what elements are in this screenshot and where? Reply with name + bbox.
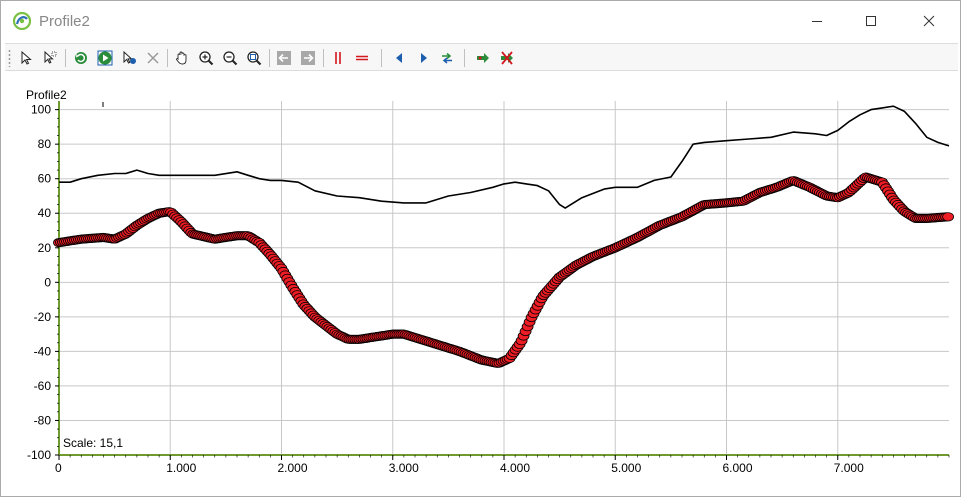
- play-icon: [97, 50, 113, 66]
- close-button[interactable]: [906, 1, 952, 41]
- toolbar-separator: [65, 49, 66, 67]
- horizontal-lines-button[interactable]: [351, 47, 373, 69]
- y-tick-label: 60: [38, 172, 52, 186]
- hand-icon: [174, 50, 190, 66]
- swap-arrows-icon: [439, 50, 455, 66]
- y-tick-label: 100: [31, 103, 51, 117]
- delete-button[interactable]: [142, 47, 164, 69]
- zoom-fit-icon: [246, 50, 262, 66]
- x-tick-label: 5.000: [611, 461, 641, 475]
- profile-point: [942, 212, 954, 222]
- delete-x-icon: [145, 50, 161, 66]
- toolbar-separator: [464, 49, 465, 67]
- arrow-right-icon: [300, 50, 316, 66]
- add-layer-button[interactable]: [472, 47, 494, 69]
- y-tick-label: -100: [27, 448, 51, 462]
- triangle-left-icon: [391, 50, 407, 66]
- toolbar-separator: [167, 49, 168, 67]
- zoom-in-icon: [198, 50, 214, 66]
- x-tick-label: 7.000: [834, 461, 864, 475]
- toolbar-separator: [269, 49, 270, 67]
- zoom-fit-button[interactable]: [243, 47, 265, 69]
- select-multiple-button[interactable]: [39, 47, 61, 69]
- zoom-out-icon: [222, 50, 238, 66]
- pan-button[interactable]: [171, 47, 193, 69]
- chart-title: Profile2: [26, 88, 67, 102]
- back-button[interactable]: [273, 47, 295, 69]
- forward-button[interactable]: [297, 47, 319, 69]
- toolbar-separator: [381, 49, 382, 67]
- triangle-right-icon: [416, 50, 432, 66]
- close-icon: [923, 15, 935, 27]
- maximize-button[interactable]: [848, 1, 894, 41]
- profile-chart[interactable]: -100 -80 -60 -40 -20 0 20 40 60 80 100 0 1.000 2.000 3…: [5, 73, 958, 494]
- window-title: Profile2: [39, 13, 90, 30]
- arrow-left-icon: [276, 50, 292, 66]
- vertical-lines-button[interactable]: [327, 47, 349, 69]
- y-tick-label: -20: [34, 310, 52, 324]
- y-tick-label: 20: [38, 241, 52, 255]
- maximize-icon: [865, 15, 877, 27]
- vertical-lines-icon: [330, 50, 346, 66]
- app-logo-icon: [12, 11, 32, 31]
- x-tick-label: 0: [55, 461, 62, 475]
- y-tick-label: 0: [44, 275, 51, 289]
- y-tick-label: -40: [34, 344, 52, 358]
- app-window: Profile2 -100 -80 -60 -40 -20 0 20 40 60…: [0, 0, 961, 497]
- remove-layer-button[interactable]: [496, 47, 518, 69]
- x-tick-label: 6.000: [723, 461, 753, 475]
- edit-pointer-button[interactable]: [118, 47, 140, 69]
- swap-button[interactable]: [436, 47, 458, 69]
- zoom-out-button[interactable]: [219, 47, 241, 69]
- select-pointer-button[interactable]: [15, 47, 37, 69]
- refresh-button[interactable]: [70, 47, 92, 69]
- zoom-in-button[interactable]: [195, 47, 217, 69]
- next-button[interactable]: [413, 47, 435, 69]
- chart-area[interactable]: -100 -80 -60 -40 -20 0 20 40 60 80 100 0 1.000 2.000 3…: [5, 73, 958, 494]
- multi-select-icon: [42, 50, 58, 66]
- y-tick-label: -60: [34, 379, 52, 393]
- remove-layer-icon: [499, 50, 515, 66]
- previous-button[interactable]: [388, 47, 410, 69]
- add-layer-icon: [475, 50, 491, 66]
- refresh-icon: [73, 50, 89, 66]
- scale-label: Scale: 15,1: [63, 436, 124, 450]
- toolbar-grip[interactable]: [8, 49, 11, 67]
- minimize-button[interactable]: [794, 1, 840, 41]
- edit-pointer-icon: [121, 50, 137, 66]
- x-tick-label: 2.000: [278, 461, 308, 475]
- x-tick-label: 1.000: [166, 461, 196, 475]
- title-bar[interactable]: Profile2: [1, 1, 960, 41]
- x-tick-label: 4.000: [500, 461, 530, 475]
- minimize-icon: [811, 15, 823, 27]
- y-tick-label: 40: [38, 206, 52, 220]
- y-tick-label: -80: [34, 413, 52, 427]
- horizontal-lines-icon: [354, 50, 370, 66]
- toolbar-separator: [323, 49, 324, 67]
- pointer-icon: [18, 50, 34, 66]
- x-tick-label: 3.000: [389, 461, 419, 475]
- play-button[interactable]: [94, 47, 116, 69]
- y-tick-label: 80: [38, 137, 52, 151]
- toolbar: [5, 43, 958, 71]
